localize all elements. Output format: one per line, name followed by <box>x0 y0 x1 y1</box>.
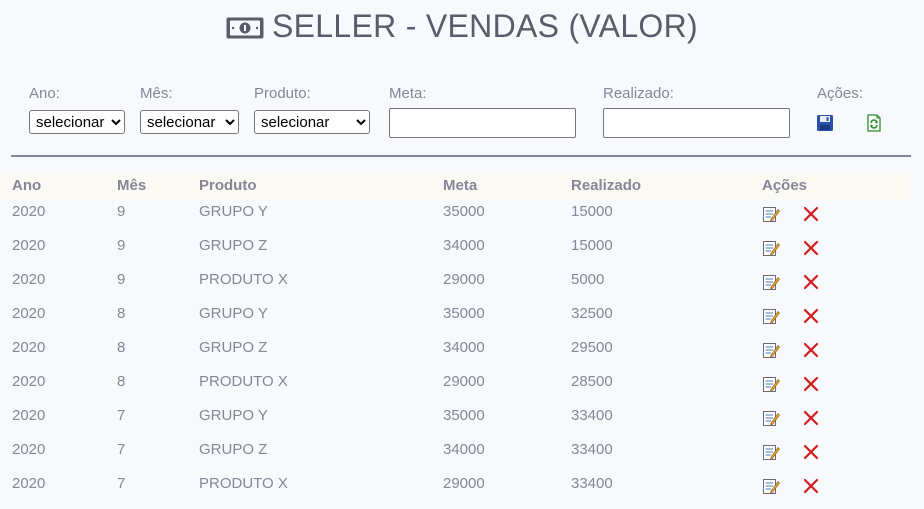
row-produto: GRUPO Z <box>199 441 268 458</box>
table-row: 2020 7 GRUPO Y 35000 33400 <box>0 407 910 441</box>
mes-select[interactable]: selecionar <box>140 110 239 134</box>
col-header-produto: Produto <box>199 177 257 194</box>
row-meta: 34000 <box>443 441 485 458</box>
row-mes: 8 <box>117 339 126 356</box>
table-row: 2020 8 PRODUTO X 29000 28500 <box>0 373 910 407</box>
delete-icon[interactable] <box>802 205 820 223</box>
mes-label: Mês: <box>140 85 173 102</box>
meta-label: Meta: <box>389 85 427 102</box>
edit-icon[interactable] <box>762 409 780 427</box>
ano-select[interactable]: selecionar <box>29 110 125 134</box>
row-mes: 9 <box>117 271 126 288</box>
row-meta: 35000 <box>443 407 485 424</box>
row-meta: 29000 <box>443 475 485 492</box>
realizado-label: Realizado: <box>603 85 674 102</box>
table-row: 2020 9 GRUPO Y 35000 15000 <box>0 203 910 237</box>
row-ano: 2020 <box>12 237 46 254</box>
filter-form: Ano: selecionar Mês: selecionar Produto:… <box>0 0 924 150</box>
row-realizado: 15000 <box>571 203 613 220</box>
delete-icon[interactable] <box>802 375 820 393</box>
col-header-acoes: Ações <box>762 177 808 194</box>
delete-icon[interactable] <box>802 409 820 427</box>
row-mes: 8 <box>117 373 126 390</box>
ano-label: Ano: <box>29 85 60 102</box>
table-row: 2020 9 GRUPO Z 34000 15000 <box>0 237 910 271</box>
refresh-icon[interactable] <box>865 114 883 132</box>
row-ano: 2020 <box>12 305 46 322</box>
row-realizado: 33400 <box>571 407 613 424</box>
edit-icon[interactable] <box>762 341 780 359</box>
edit-icon[interactable] <box>762 273 780 291</box>
table-row: 2020 8 GRUPO Y 35000 32500 <box>0 305 910 339</box>
row-meta: 35000 <box>443 305 485 322</box>
table-row: 2020 7 GRUPO Z 34000 33400 <box>0 441 910 475</box>
table-row: 2020 7 PRODUTO X 29000 33400 <box>0 475 910 509</box>
row-produto: GRUPO Y <box>199 305 268 322</box>
row-meta: 29000 <box>443 271 485 288</box>
divider <box>11 155 911 157</box>
delete-icon[interactable] <box>802 341 820 359</box>
edit-icon[interactable] <box>762 205 780 223</box>
col-header-realizado: Realizado <box>571 177 642 194</box>
edit-icon[interactable] <box>762 443 780 461</box>
row-mes: 7 <box>117 475 126 492</box>
save-icon[interactable] <box>816 114 834 132</box>
row-ano: 2020 <box>12 441 46 458</box>
meta-input[interactable] <box>389 108 576 138</box>
row-meta: 34000 <box>443 339 485 356</box>
delete-icon[interactable] <box>802 239 820 257</box>
delete-icon[interactable] <box>802 443 820 461</box>
delete-icon[interactable] <box>802 273 820 291</box>
delete-icon[interactable] <box>802 307 820 325</box>
row-realizado: 33400 <box>571 475 613 492</box>
row-produto: GRUPO Y <box>199 203 268 220</box>
row-realizado: 33400 <box>571 441 613 458</box>
row-meta: 34000 <box>443 237 485 254</box>
row-produto: GRUPO Z <box>199 237 268 254</box>
row-mes: 9 <box>117 203 126 220</box>
row-mes: 7 <box>117 407 126 424</box>
row-produto: PRODUTO X <box>199 271 288 288</box>
realizado-input[interactable] <box>603 108 790 138</box>
row-produto: PRODUTO X <box>199 475 288 492</box>
row-realizado: 28500 <box>571 373 613 390</box>
row-mes: 9 <box>117 237 126 254</box>
row-produto: GRUPO Z <box>199 339 268 356</box>
acoes-label: Ações: <box>817 85 863 102</box>
row-ano: 2020 <box>12 475 46 492</box>
row-meta: 29000 <box>443 373 485 390</box>
produto-select[interactable]: selecionar <box>254 110 370 134</box>
row-produto: GRUPO Y <box>199 407 268 424</box>
col-header-meta: Meta <box>443 177 478 194</box>
row-meta: 35000 <box>443 203 485 220</box>
row-ano: 2020 <box>12 373 46 390</box>
row-realizado: 5000 <box>571 271 605 288</box>
row-realizado: 15000 <box>571 237 613 254</box>
row-ano: 2020 <box>12 339 46 356</box>
edit-icon[interactable] <box>762 375 780 393</box>
edit-icon[interactable] <box>762 307 780 325</box>
row-mes: 8 <box>117 305 126 322</box>
row-realizado: 29500 <box>571 339 613 356</box>
edit-icon[interactable] <box>762 239 780 257</box>
row-ano: 2020 <box>12 271 46 288</box>
table-row: 2020 9 PRODUTO X 29000 5000 <box>0 271 910 305</box>
row-mes: 7 <box>117 441 126 458</box>
row-realizado: 32500 <box>571 305 613 322</box>
row-ano: 2020 <box>12 203 46 220</box>
col-header-ano: Ano <box>12 177 42 194</box>
row-ano: 2020 <box>12 407 46 424</box>
delete-icon[interactable] <box>802 477 820 495</box>
table-row: 2020 8 GRUPO Z 34000 29500 <box>0 339 910 373</box>
col-header-mes: Mês <box>117 177 147 194</box>
edit-icon[interactable] <box>762 477 780 495</box>
produto-label: Produto: <box>254 85 311 102</box>
row-produto: PRODUTO X <box>199 373 288 390</box>
